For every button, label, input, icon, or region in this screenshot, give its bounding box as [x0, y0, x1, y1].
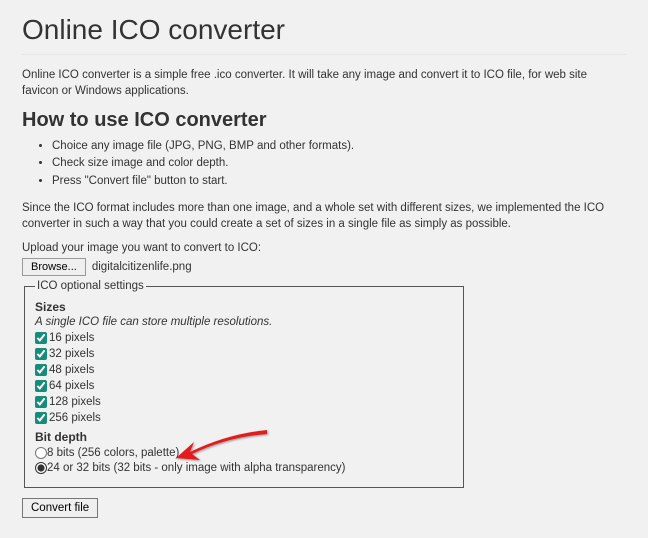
size-256-checkbox[interactable] — [35, 412, 47, 424]
size-48-checkbox[interactable] — [35, 364, 47, 376]
size-label: 48 pixels — [49, 364, 94, 376]
size-16-checkbox[interactable] — [35, 332, 47, 344]
bitdepth-24-row[interactable]: 24 or 32 bits (32 bits - only image with… — [35, 462, 453, 474]
bitdepth-24-radio[interactable] — [35, 462, 47, 474]
settings-fieldset: ICO optional settings Sizes A single ICO… — [24, 280, 464, 488]
size-label: 32 pixels — [49, 348, 94, 360]
size-128-row[interactable]: 128 pixels — [35, 396, 453, 408]
bitdepth-label: 24 or 32 bits (32 bits - only image with… — [47, 462, 346, 474]
intro-text: Online ICO converter is a simple free .i… — [22, 67, 626, 99]
page-title: Online ICO converter — [22, 14, 626, 46]
upload-label: Upload your image you want to convert to… — [22, 242, 626, 254]
bitdepth-heading: Bit depth — [35, 430, 453, 444]
howto-heading: How to use ICO converter — [22, 109, 626, 132]
size-label: 128 pixels — [49, 396, 101, 408]
explanation-text: Since the ICO format includes more than … — [22, 200, 626, 232]
convert-file-button[interactable]: Convert file — [22, 498, 98, 518]
size-64-checkbox[interactable] — [35, 380, 47, 392]
size-label: 64 pixels — [49, 380, 94, 392]
steps-list: Choice any image file (JPG, PNG, BMP and… — [22, 138, 626, 190]
step-item: Check size image and color depth. — [52, 155, 626, 172]
size-128-checkbox[interactable] — [35, 396, 47, 408]
selected-filename: digitalcitizenlife.png — [92, 261, 192, 273]
bitdepth-label: 8 bits (256 colors, palette) — [47, 447, 179, 459]
size-16-row[interactable]: 16 pixels — [35, 332, 453, 344]
bitdepth-8-row[interactable]: 8 bits (256 colors, palette) — [35, 447, 453, 459]
size-64-row[interactable]: 64 pixels — [35, 380, 453, 392]
size-256-row[interactable]: 256 pixels — [35, 412, 453, 424]
size-32-checkbox[interactable] — [35, 348, 47, 360]
step-item: Choice any image file (JPG, PNG, BMP and… — [52, 138, 626, 155]
browse-button[interactable]: Browse... — [22, 258, 86, 276]
size-32-row[interactable]: 32 pixels — [35, 348, 453, 360]
sizes-heading: Sizes — [35, 300, 453, 314]
divider — [22, 54, 626, 55]
settings-legend: ICO optional settings — [35, 280, 146, 292]
size-label: 256 pixels — [49, 412, 101, 424]
bitdepth-8-radio[interactable] — [35, 447, 47, 459]
size-48-row[interactable]: 48 pixels — [35, 364, 453, 376]
sizes-subheading: A single ICO file can store multiple res… — [35, 316, 453, 328]
step-item: Press "Convert file" button to start. — [52, 173, 626, 190]
size-label: 16 pixels — [49, 332, 94, 344]
